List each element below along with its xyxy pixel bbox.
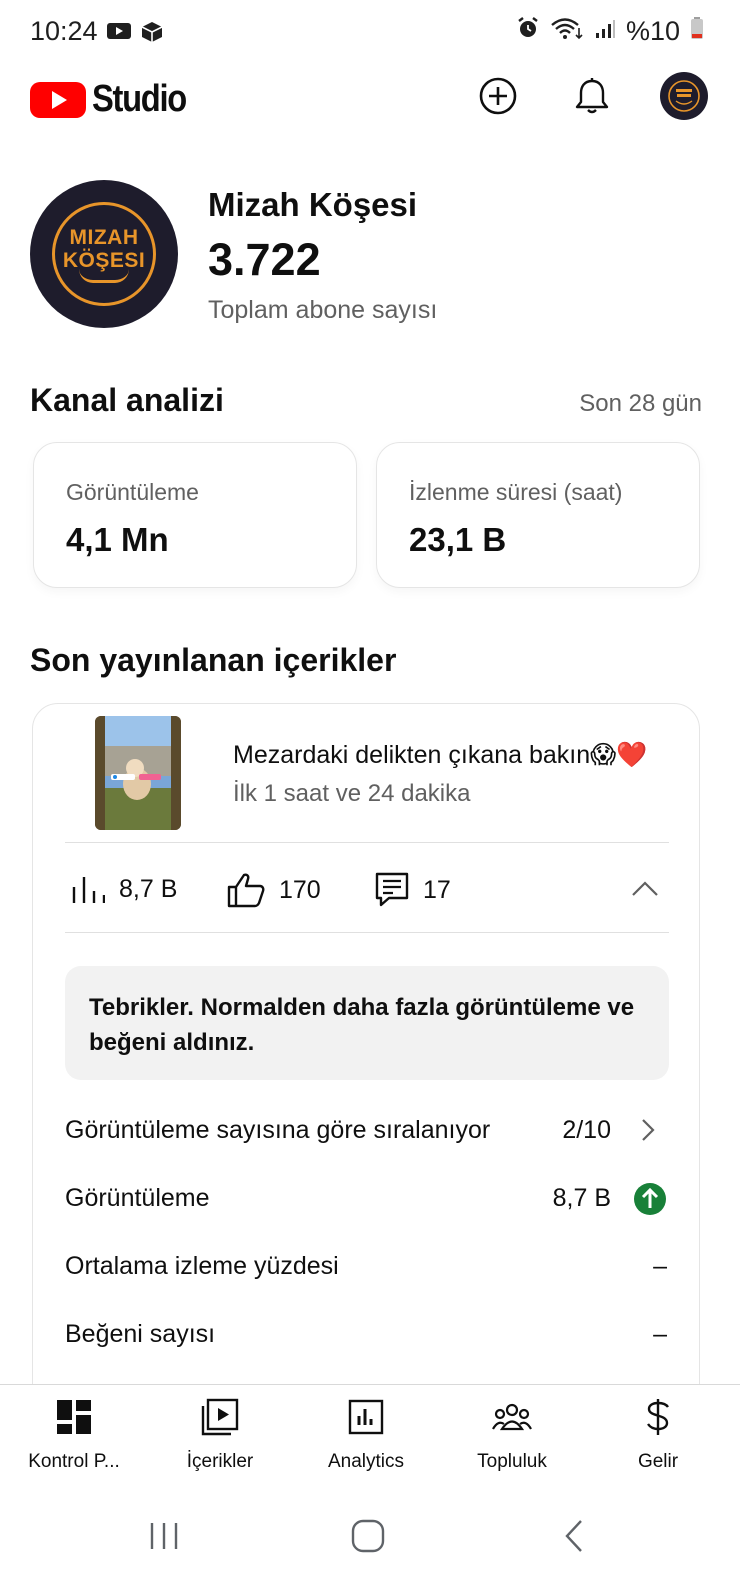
comment-icon [375, 872, 409, 907]
nav-label: İçerikler [186, 1451, 254, 1472]
back-button[interactable] [544, 1506, 604, 1566]
channel-logo: MIZAH KÖŞESI [52, 202, 156, 306]
wifi-icon [550, 16, 584, 47]
views-card[interactable]: Görüntüleme 4,1 Mn [33, 442, 357, 588]
channel-summary: MIZAH KÖŞESI Mizah Köşesi 3.722 Toplam a… [30, 180, 710, 330]
channel-logo-line-1: MIZAH [69, 225, 139, 249]
system-navigation-bar [0, 1488, 740, 1586]
account-avatar[interactable] [660, 72, 708, 120]
channel-avatar-mini-icon [668, 80, 700, 112]
divider [65, 932, 669, 933]
row-value: – [653, 1252, 667, 1280]
subscriber-label: Toplam abone sayısı [208, 296, 438, 324]
nav-label: Topluluk [477, 1451, 547, 1472]
chevron-up-icon [632, 881, 658, 896]
stat-value: 23,1 B [409, 521, 507, 558]
chevron-right-icon [641, 1118, 655, 1149]
signal-icon [594, 16, 616, 47]
channel-analytics-title: Kanal analizi [30, 382, 224, 418]
alarm-icon [516, 16, 540, 47]
row-value: 2/10 [562, 1116, 611, 1144]
youtube-notification-icon [106, 20, 132, 49]
stat-label: Görüntüleme [66, 479, 199, 505]
nav-content[interactable]: İçerikler [150, 1395, 290, 1473]
status-bar: 10:24 %10 [0, 0, 740, 64]
dollar-icon [588, 1395, 728, 1439]
comments-value: 17 [423, 875, 451, 904]
recent-apps-button[interactable] [134, 1506, 194, 1566]
nav-community[interactable]: Topluluk [442, 1395, 582, 1473]
views-value: 8,7 B [119, 874, 178, 903]
avg-view-percent-row: Ortalama izleme yüzdesi – [65, 1246, 669, 1286]
row-value: 8,7 B [552, 1184, 611, 1212]
notifications-button[interactable] [568, 72, 616, 120]
collapse-button[interactable] [631, 880, 659, 903]
youtube-logo-icon [30, 81, 86, 118]
subscriber-count: 3.722 [208, 234, 321, 285]
battery-percent: %10 [625, 16, 680, 46]
recent-content-title: Son yayınlanan içerikler [30, 642, 397, 678]
divider [65, 842, 669, 843]
comments-metric: 17 [375, 872, 451, 908]
congrats-message: Tebrikler. Normalden daha fazla görüntül… [65, 966, 669, 1080]
row-label: Ortalama izleme yüzdesi [65, 1252, 339, 1280]
status-time: 10:24 [30, 16, 98, 46]
likes-row: Beğeni sayısı – [65, 1314, 669, 1354]
views-bars-icon [72, 877, 105, 903]
home-icon [351, 1519, 385, 1553]
bell-icon [575, 78, 609, 114]
home-button[interactable] [338, 1506, 398, 1566]
likes-metric: 170 [227, 872, 321, 908]
dashboard-icon [4, 1395, 144, 1439]
watch-time-card[interactable]: İzlenme süresi (saat) 23,1 B [376, 442, 700, 588]
analytics-range: Son 28 gün [579, 390, 702, 417]
battery-icon [690, 16, 704, 47]
video-thumbnail[interactable] [95, 716, 181, 830]
row-label: Beğeni sayısı [65, 1320, 216, 1348]
recent-content-card: Mezardaki delikten çıkana bakın😱❤️ İlk 1… [32, 703, 700, 1423]
youtube-studio-logo[interactable]: Studio [30, 78, 201, 121]
video-thumbnail-image [95, 716, 181, 830]
ranking-row[interactable]: Görüntüleme sayısına göre sıralanıyor 2/… [65, 1110, 669, 1150]
nav-label: Gelir [637, 1451, 679, 1472]
row-label: Görüntüleme sayısına göre sıralanıyor [65, 1116, 491, 1144]
nav-label: Analytics [327, 1451, 405, 1472]
arrow-up-circle-icon [633, 1182, 667, 1223]
app-header: Studio [0, 64, 740, 134]
content-icon [150, 1395, 290, 1439]
views-metric: 8,7 B [71, 872, 177, 906]
analytics-icon [296, 1395, 436, 1439]
recent-apps-icon [150, 1523, 178, 1549]
create-button[interactable] [474, 72, 522, 120]
logo-text: Studio [92, 78, 187, 120]
package-notification-icon [140, 20, 164, 49]
views-row: Görüntüleme 8,7 B [65, 1178, 669, 1218]
thumbs-up-icon [227, 873, 265, 908]
nav-earn[interactable]: Gelir [588, 1395, 728, 1473]
row-label: Görüntüleme [65, 1184, 210, 1212]
nav-analytics[interactable]: Analytics [296, 1395, 436, 1473]
stat-label: İzlenme süresi (saat) [409, 479, 623, 505]
row-value: – [653, 1320, 667, 1348]
bottom-navigation: Kontrol P... İçerikler Analytics Toplulu… [0, 1384, 740, 1488]
nav-dashboard[interactable]: Kontrol P... [4, 1395, 144, 1473]
nav-label: Kontrol P... [28, 1451, 120, 1472]
video-period: İlk 1 saat ve 24 dakika [233, 780, 471, 807]
channel-name: Mizah Köşesi [208, 186, 418, 223]
stat-value: 4,1 Mn [66, 521, 169, 558]
add-circle-icon [479, 77, 517, 115]
community-icon [442, 1395, 582, 1439]
smile-shape [79, 269, 129, 283]
video-title[interactable]: Mezardaki delikten çıkana bakın😱❤️ [233, 740, 647, 770]
channel-avatar[interactable]: MIZAH KÖŞESI [30, 180, 178, 328]
back-chevron-icon [565, 1520, 582, 1552]
likes-value: 170 [279, 875, 321, 904]
